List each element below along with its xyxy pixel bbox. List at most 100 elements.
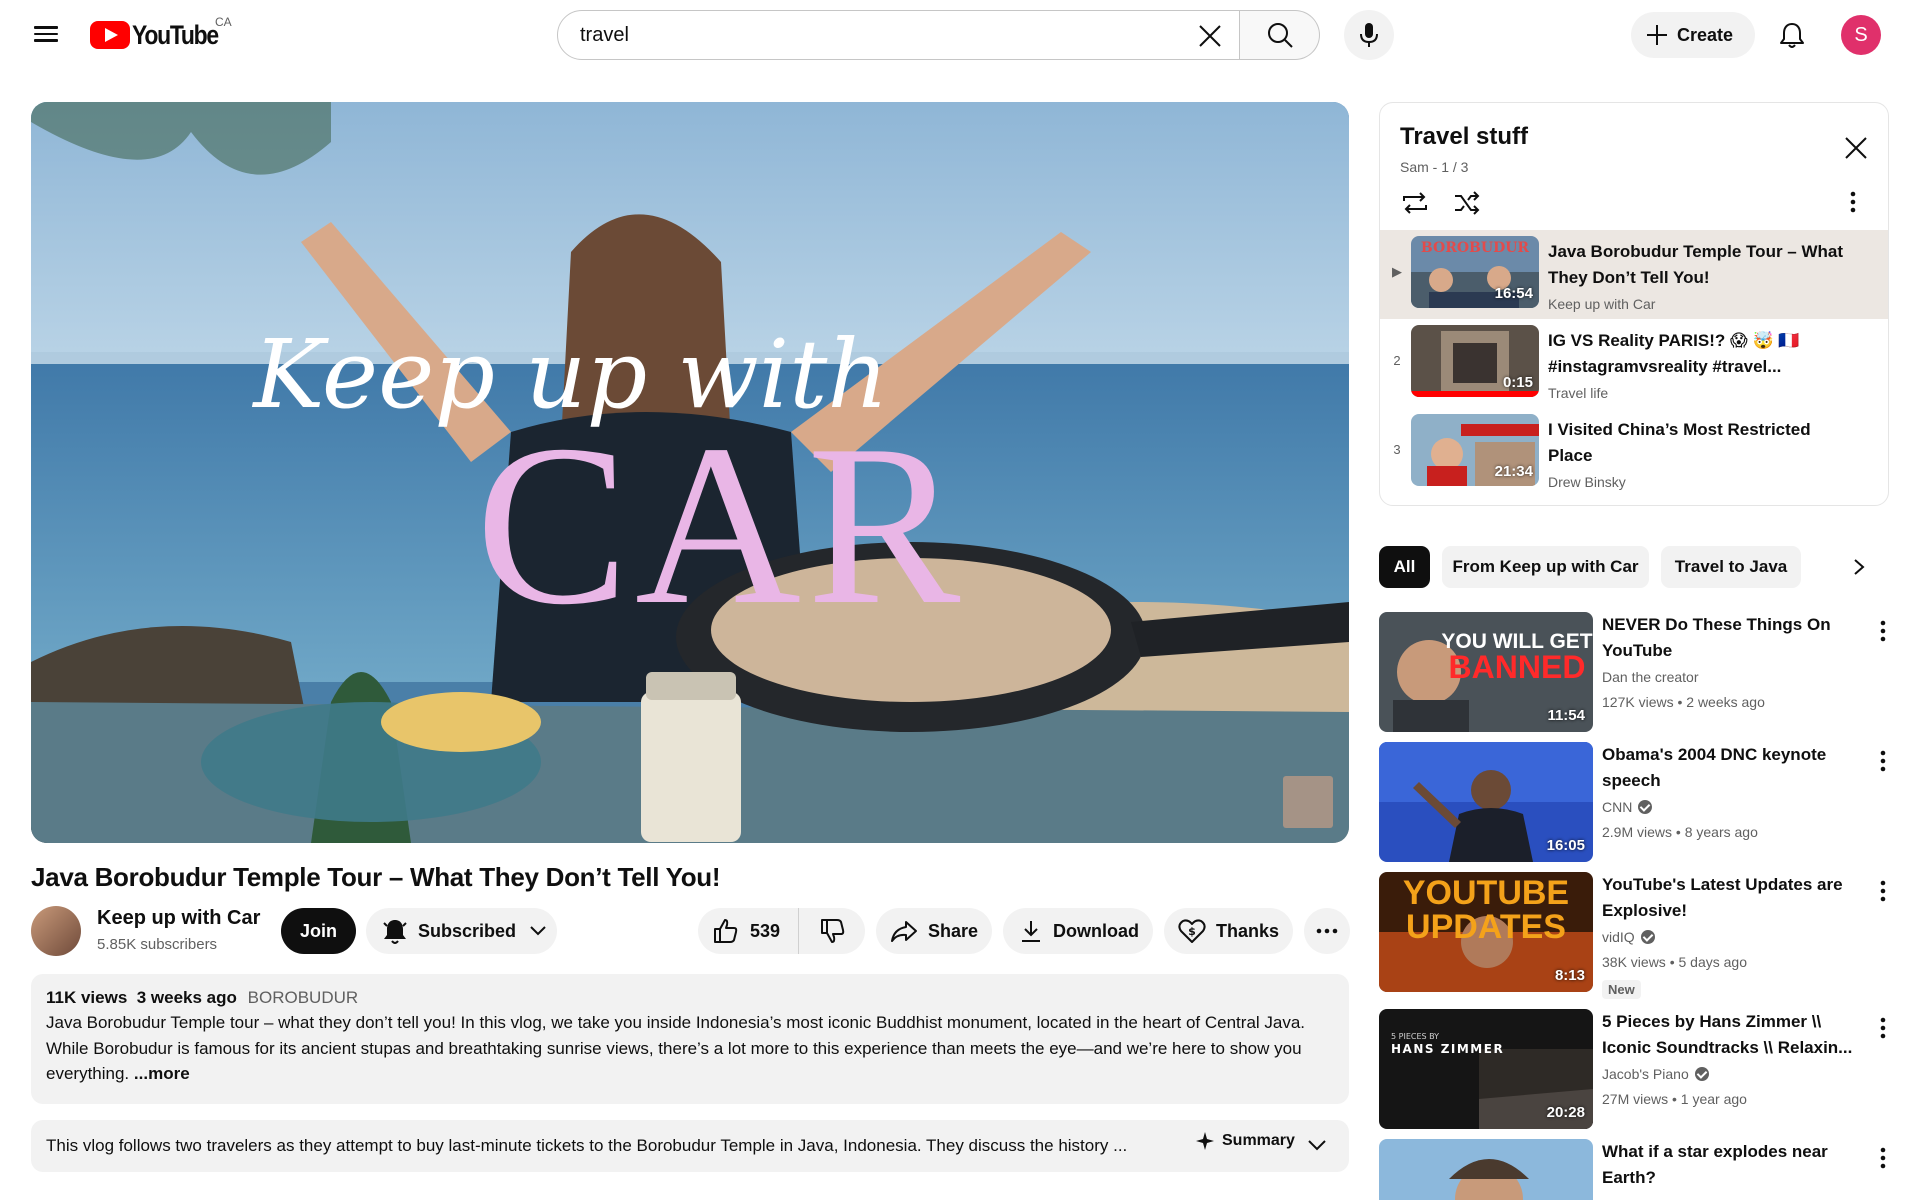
playing-indicator: ▶: [1392, 264, 1402, 279]
playlist-thumbnail: 0:15: [1411, 325, 1539, 397]
create-button[interactable]: Create: [1631, 12, 1755, 58]
more-vertical-icon[interactable]: [1871, 616, 1895, 646]
video-meta: 27M views • 1 year ago: [1602, 1091, 1747, 1107]
video-player[interactable]: Keep up with CAR: [31, 102, 1349, 843]
chips-next-button[interactable]: [1844, 552, 1874, 582]
account-avatar[interactable]: S: [1841, 15, 1881, 55]
more-actions-button[interactable]: [1304, 908, 1350, 954]
more-vertical-icon[interactable]: [1871, 876, 1895, 906]
like-button[interactable]: 539: [698, 908, 799, 954]
channel-label: Jacob's Piano: [1602, 1066, 1689, 1082]
search-input[interactable]: travel: [557, 10, 1240, 60]
more-vertical-icon[interactable]: [1871, 746, 1895, 776]
channel-label: CNN: [1602, 799, 1633, 815]
join-button[interactable]: Join: [281, 908, 356, 954]
subscribed-label: Subscribed: [418, 920, 517, 941]
playlist-item[interactable]: 3 21:34 I Visited China’s Most Restricte…: [1380, 408, 1888, 497]
search-query[interactable]: travel: [580, 24, 629, 47]
dislike-button[interactable]: [799, 908, 865, 954]
subscriber-count: 5.85K subscribers: [97, 936, 218, 953]
chip-travel-to-java[interactable]: Travel to Java: [1661, 546, 1801, 588]
share-button[interactable]: Share: [876, 908, 992, 954]
chevron-down-icon: [530, 926, 546, 936]
thumb-text: YOUTUBE: [1403, 874, 1569, 912]
description-panel[interactable]: 11K views 3 weeks ago BOROBUDUR Java Bor…: [31, 974, 1349, 1104]
playlist-item-title: Java Borobudur Temple Tour – What They D…: [1548, 242, 1844, 287]
video-thumbnail: 5 PIECES BY HANS ZIMMER 20:28: [1379, 1009, 1593, 1129]
thumb-text: HANS ZIMMER: [1391, 1042, 1504, 1056]
duration: 0:15: [1502, 374, 1533, 391]
sparkle-icon: [1196, 1132, 1214, 1150]
channel-name[interactable]: CNN: [1602, 799, 1653, 815]
upload-age: 3 weeks ago: [136, 988, 237, 1007]
channel-name[interactable]: Keep up with Car: [97, 907, 260, 930]
chip-all[interactable]: All: [1379, 546, 1430, 588]
video-thumbnail: [1379, 1139, 1593, 1200]
more-vertical-icon[interactable]: [1871, 1013, 1895, 1043]
channel-avatar[interactable]: [31, 906, 81, 956]
clear-icon[interactable]: [1195, 21, 1225, 51]
playlist-item[interactable]: 2 0:15 IG VS Reality PARIS!? 😱 🤯 🇫🇷 #ins…: [1380, 319, 1888, 408]
loop-icon[interactable]: [1400, 189, 1430, 217]
video-meta: 38K views • 5 days ago: [1602, 954, 1747, 970]
hashtag[interactable]: BOROBUDUR: [248, 988, 359, 1007]
video-frame: Keep up with CAR: [31, 102, 1349, 843]
close-icon[interactable]: [1841, 133, 1871, 163]
download-icon: [1022, 921, 1040, 942]
subscribed-button[interactable]: Subscribed: [366, 908, 557, 954]
video-meta: 2.9M views • 8 years ago: [1602, 824, 1758, 840]
summary-text: This vlog follows two travelers as they …: [46, 1136, 1128, 1155]
playlist-title[interactable]: Travel stuff: [1400, 123, 1528, 151]
video-title: Java Borobudur Temple Tour – What They D…: [31, 862, 721, 892]
shuffle-icon[interactable]: [1452, 189, 1482, 217]
more-link[interactable]: ...more: [134, 1064, 190, 1083]
notifications-button[interactable]: [1771, 14, 1813, 56]
thanks-button[interactable]: $ Thanks: [1164, 908, 1293, 954]
voice-search-button[interactable]: [1344, 10, 1394, 60]
channel-label: Dan the creator: [1602, 669, 1699, 685]
menu-icon[interactable]: [26, 22, 66, 48]
recommended-video[interactable]: 5 PIECES BY HANS ZIMMER 20:28 5 Pieces by…: [1379, 1009, 1899, 1129]
like-count: 539: [750, 920, 781, 941]
new-badge: New: [1602, 980, 1641, 999]
playlist-index: 3: [1393, 442, 1401, 457]
download-button[interactable]: Download: [1003, 908, 1153, 954]
plus-icon: [1647, 25, 1667, 45]
playlist-item-channel: Keep up with Car: [1548, 296, 1656, 312]
summary-button[interactable]: Summary: [1196, 1132, 1295, 1150]
top-bar: YouTube CA travel Create S: [0, 0, 1920, 70]
channel-name[interactable]: Dan the creator: [1602, 669, 1699, 685]
duration: 20:28: [1546, 1104, 1585, 1121]
search-button[interactable]: [1240, 10, 1320, 60]
recommended-video[interactable]: What if a star explodes near Earth?: [1379, 1139, 1899, 1200]
thanks-label: Thanks: [1216, 920, 1280, 941]
ai-summary-bar: This vlog follows two travelers as they …: [31, 1120, 1349, 1172]
playlist-item[interactable]: ▶ BOROBUDUR 16:54 Java Borobudur Temple …: [1380, 230, 1888, 319]
summary-label: Summary: [1222, 1132, 1295, 1149]
verified-icon: [1638, 800, 1653, 814]
duration: 8:13: [1554, 967, 1585, 984]
recommended-video[interactable]: 16:05 Obama's 2004 DNC keynote speech CN…: [1379, 742, 1899, 862]
bell-ring-icon: [383, 920, 407, 944]
channel-label: vidIQ: [1602, 929, 1635, 945]
svg-text:$: $: [1188, 925, 1196, 938]
chevron-down-icon[interactable]: [1307, 1132, 1327, 1158]
share-label: Share: [928, 920, 979, 941]
mic-icon: [1360, 23, 1378, 47]
view-count: 11K views: [46, 988, 128, 1007]
youtube-play-icon: [90, 21, 130, 49]
duration: 16:54: [1494, 285, 1533, 302]
more-vertical-icon[interactable]: [1850, 191, 1856, 213]
chip-from-channel[interactable]: From Keep up with Car: [1442, 546, 1649, 588]
heart-dollar-icon: $: [1178, 919, 1206, 943]
video-title: NEVER Do These Things On YouTube: [1602, 615, 1831, 660]
playlist-index: 2: [1393, 353, 1401, 368]
more-vertical-icon[interactable]: [1871, 1143, 1895, 1173]
thumb-text: BOROBUDUR: [1421, 240, 1530, 256]
playlist-item-title: I Visited China’s Most Restricted Place: [1548, 420, 1811, 465]
recommended-video[interactable]: YOUTUBE UPDATES 8:13 YouTube's Latest Upd…: [1379, 872, 1899, 999]
channel-name[interactable]: vidIQ: [1602, 929, 1655, 945]
youtube-logo[interactable]: YouTube: [90, 20, 233, 50]
channel-name[interactable]: Jacob's Piano: [1602, 1066, 1709, 1082]
recommended-video[interactable]: YOU WILL GET BANNED 11:54 NEVER Do These …: [1379, 612, 1899, 732]
